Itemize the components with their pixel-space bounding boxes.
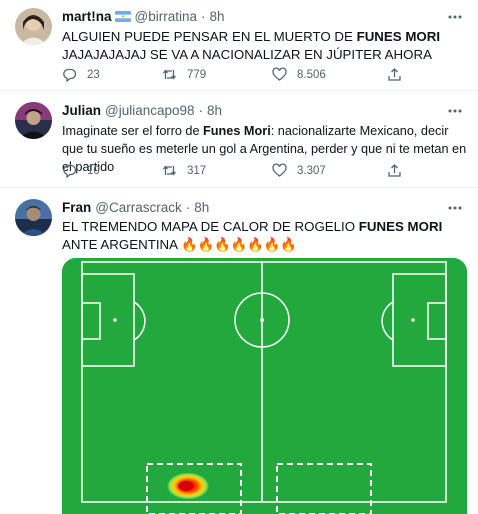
retweet-button[interactable]: 317 bbox=[162, 163, 206, 178]
retweet-count: 317 bbox=[187, 164, 207, 177]
tweet-actions: 10 317 3.307 bbox=[62, 163, 462, 181]
tweet-header: mart!na @birratina · 8h bbox=[62, 9, 225, 24]
tweet[interactable]: mart!na @birratina · 8h ALGUIEN PUEDE PE… bbox=[0, 0, 478, 90]
more-icon[interactable] bbox=[446, 102, 464, 120]
highlighted-term: Funes Mori bbox=[203, 124, 271, 138]
display-name[interactable]: mart!na bbox=[62, 9, 112, 24]
share-button[interactable] bbox=[387, 163, 402, 178]
timestamp[interactable]: 8h bbox=[194, 200, 209, 215]
separator-dot: · bbox=[185, 200, 191, 215]
like-icon bbox=[272, 163, 287, 177]
highlighted-term: FUNES MORI bbox=[356, 29, 441, 44]
football-pitch-heatmap bbox=[62, 258, 467, 514]
reply-count: 10 bbox=[87, 164, 100, 177]
avatar[interactable] bbox=[15, 199, 52, 236]
avatar[interactable] bbox=[15, 8, 52, 45]
right-penalty-spot bbox=[411, 318, 415, 322]
share-icon bbox=[388, 68, 401, 81]
retweet-icon bbox=[162, 69, 177, 80]
center-spot bbox=[260, 318, 264, 322]
reply-button[interactable]: 10 bbox=[62, 163, 100, 178]
timestamp[interactable]: 8h bbox=[207, 103, 222, 118]
tweet-header: Fran @Carrascrack · 8h bbox=[62, 200, 209, 215]
like-count: 8.506 bbox=[297, 68, 326, 81]
like-button[interactable]: 8.506 bbox=[272, 67, 326, 82]
reply-count: 23 bbox=[87, 68, 100, 81]
highlighted-term: FUNES MORI bbox=[358, 219, 443, 234]
heatmap-core bbox=[178, 481, 194, 491]
display-name[interactable]: Julian bbox=[62, 103, 101, 118]
more-icon[interactable] bbox=[446, 8, 464, 26]
reply-icon bbox=[63, 68, 77, 82]
like-count: 3.307 bbox=[297, 164, 326, 177]
reply-button[interactable]: 23 bbox=[62, 67, 100, 82]
user-handle[interactable]: @Carrascrack bbox=[95, 200, 181, 215]
retweet-button[interactable]: 779 bbox=[162, 67, 206, 82]
tweet-actions: 23 779 8.506 bbox=[62, 67, 462, 85]
reply-icon bbox=[63, 164, 77, 178]
tweet[interactable]: Julian @juliancapo98 · 8h Imaginate ser … bbox=[0, 91, 478, 187]
tweet-text: EL TREMENDO MAPA DE CALOR DE ROGELIO FUN… bbox=[62, 219, 443, 252]
tweet-media-heatmap[interactable] bbox=[62, 258, 467, 514]
tweet-text: ALGUIEN PUEDE PENSAR EN EL MUERTO DE FUN… bbox=[62, 29, 441, 62]
share-icon bbox=[388, 164, 401, 177]
tweet-header: Julian @juliancapo98 · 8h bbox=[62, 103, 222, 118]
like-icon bbox=[272, 67, 287, 81]
retweet-icon bbox=[162, 165, 177, 176]
separator-dot: · bbox=[198, 103, 204, 118]
avatar[interactable] bbox=[15, 102, 52, 139]
like-button[interactable]: 3.307 bbox=[272, 163, 326, 178]
share-button[interactable] bbox=[387, 67, 402, 82]
retweet-count: 779 bbox=[187, 68, 207, 81]
separator-dot: · bbox=[201, 9, 206, 24]
timestamp[interactable]: 8h bbox=[210, 9, 225, 24]
user-handle[interactable]: @juliancapo98 bbox=[105, 103, 195, 118]
more-icon[interactable] bbox=[446, 199, 464, 217]
argentina-flag-icon bbox=[114, 11, 131, 22]
left-penalty-spot bbox=[113, 318, 117, 322]
user-handle[interactable]: @birratina bbox=[135, 9, 197, 24]
display-name[interactable]: Fran bbox=[62, 200, 91, 215]
